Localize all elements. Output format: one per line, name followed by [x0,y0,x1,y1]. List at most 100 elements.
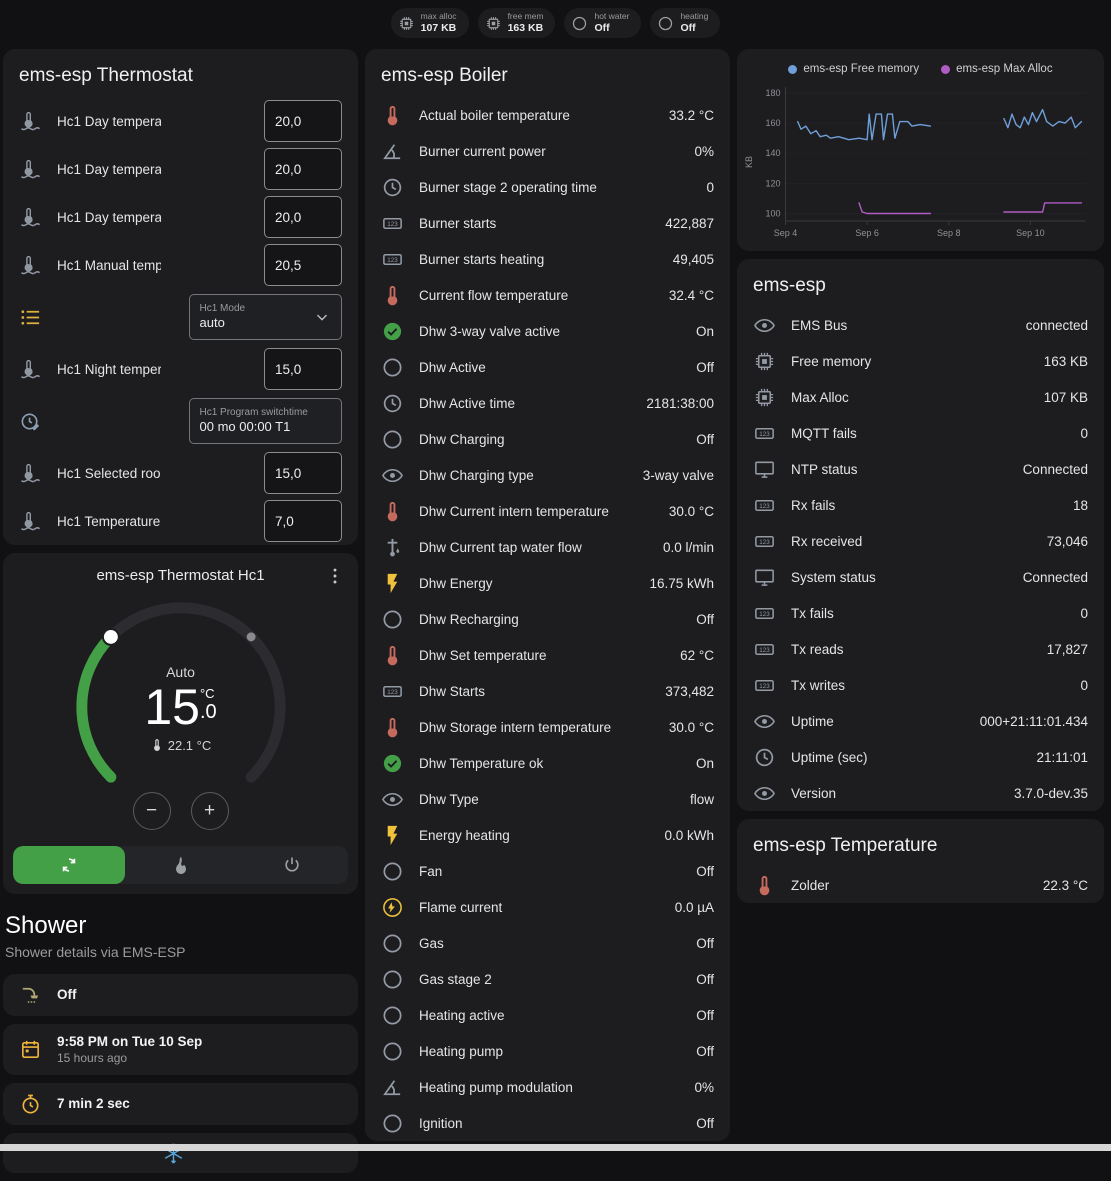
shower-card[interactable]: 9:58 PM on Tue 10 Sep 15 hours ago [3,1024,358,1075]
circle-outline-icon [657,15,674,32]
entity-row[interactable]: Burner stage 2 operating time 0 [365,169,730,205]
entity-row[interactable]: Max Alloc 107 KB [737,379,1104,415]
entity-row[interactable]: Dhw Starts 373,482 [365,673,730,709]
mode-heat-button[interactable] [125,846,237,884]
thermostat-settings-card: ems-esp Thermostat Hc1 Day temperature T… [3,49,358,545]
entity-row[interactable]: Gas stage 2 Off [365,961,730,997]
entity-row[interactable]: Ignition Off [365,1105,730,1141]
entity-row[interactable]: Dhw Set temperature 62 °C [365,637,730,673]
entity-row[interactable]: Tx writes 0 [737,667,1104,703]
entity-row[interactable]: Tx reads 17,827 [737,631,1104,667]
entity-row[interactable]: Heating pump modulation 0% [365,1069,730,1105]
entity-value: Off [696,1008,714,1023]
thermometer-icon [381,284,404,307]
shower-card[interactable]: Off [3,974,358,1016]
number-input[interactable]: 15,0 [264,348,342,390]
entity-row[interactable]: Version 3.7.0-dev.35 [737,775,1104,811]
entity-row[interactable]: Dhw Current intern temperature 30.0 °C [365,493,730,529]
entity-row[interactable]: Dhw Active Off [365,349,730,385]
entity-row[interactable]: Actual boiler temperature 33.2 °C [365,97,730,133]
number-input[interactable]: 20,0 [264,100,342,142]
thermostat-row[interactable]: Hc1 Manual temperature 20,5 Hc1 Manual t… [3,241,358,289]
shower-card[interactable] [3,1133,358,1173]
legend-dot-free-memory [788,65,797,74]
entity-row[interactable]: Heating active Off [365,997,730,1033]
svg-text:Sep 4: Sep 4 [774,228,798,238]
thermostat-row[interactable]: Hc1 Temperature when mod... 7,0 Hc1 Temp… [3,497,358,545]
entity-row[interactable]: System status Connected [737,559,1104,595]
status-badge[interactable]: max alloc 107 KB [391,8,469,38]
select-box[interactable]: Hc1 Mode auto [189,294,343,340]
entity-label: Burner starts heating [419,252,665,267]
entity-row[interactable]: Fan Off [365,853,730,889]
entity-row[interactable]: Dhw Storage intern temperature 30.0 °C [365,709,730,745]
number-input[interactable]: 20,5 [264,244,342,286]
entity-row[interactable]: Dhw Current tap water flow 0.0 l/min [365,529,730,565]
thermostat-row[interactable]: Hc1 Selected room temperat... 15,0 Hc1 S… [3,449,358,497]
number-input[interactable]: 15,0 [264,452,342,494]
number-input[interactable]: 20,0 [264,148,342,190]
entity-row[interactable]: Free memory 163 KB [737,343,1104,379]
svg-text:Sep 8: Sep 8 [937,228,961,238]
entity-row[interactable]: Current flow temperature 32.4 °C [365,277,730,313]
thermostat-row[interactable]: Hc1 Program switchtime 00 mo 00:00 T1 Hc… [3,393,358,449]
entity-value: 30.0 °C [669,720,714,735]
entity-row[interactable]: Dhw Temperature ok On [365,745,730,781]
entity-row[interactable]: Dhw Type flow [365,781,730,817]
entity-value: Off [696,936,714,951]
shower-card-secondary: 15 hours ago [57,1051,202,1067]
number-input[interactable]: 20,0 [264,196,342,238]
entity-row[interactable]: Rx fails 18 [737,487,1104,523]
entity-row[interactable]: Dhw Charging Off [365,421,730,457]
entity-row[interactable]: Heating pump Off [365,1033,730,1069]
number-input[interactable]: 7,0 [264,500,342,542]
thermostat-row[interactable]: Hc1 Night temperature T1 15,0 Hc1 Night … [3,345,358,393]
temp-increase-button[interactable]: + [191,792,229,830]
eye-icon [753,782,776,805]
entity-row[interactable]: Burner current power 0% [365,133,730,169]
legend-item-free-memory: ems-esp Free memory [788,63,919,75]
thermostat-row[interactable]: Hc1 Mode auto Hc1 Mode auto [3,289,358,345]
entity-row[interactable]: Rx received 73,046 [737,523,1104,559]
entity-row[interactable]: MQTT fails 0 [737,415,1104,451]
entity-row[interactable]: EMS Bus connected [737,307,1104,343]
entity-row[interactable]: Burner starts 422,887 [365,205,730,241]
entity-row[interactable]: NTP status Connected [737,451,1104,487]
badge-texts: free mem 163 KB [508,12,544,34]
entity-row[interactable]: Gas Off [365,925,730,961]
legend-item-max-alloc: ems-esp Max Alloc [941,63,1053,75]
row-label: Hc1 Temperature when mod... [57,514,161,529]
thermostat-row[interactable]: Hc1 Day temperature T3 20,0 Hc1 Day temp… [3,145,358,193]
status-badge[interactable]: heating Off [650,8,720,38]
mode-off-button[interactable] [236,846,348,884]
bottom-scrollbar[interactable] [0,1144,1111,1151]
entity-row[interactable]: Dhw Energy 16.75 kWh [365,565,730,601]
temp-decrease-button[interactable]: − [133,792,171,830]
list-icon [19,306,42,329]
entity-row[interactable]: Dhw Charging type 3-way valve [365,457,730,493]
shower-card[interactable]: 7 min 2 sec [3,1083,358,1125]
entity-value: On [696,324,714,339]
entity-row[interactable]: Flame current 0.0 µA [365,889,730,925]
entity-row[interactable]: Dhw 3-way valve active On [365,313,730,349]
select-box[interactable]: Hc1 Program switchtime 00 mo 00:00 T1 [189,398,343,444]
thermostat-dial[interactable]: Auto 15 °C .0 22.1 °C [62,588,300,826]
entity-row[interactable]: Tx fails 0 [737,595,1104,631]
status-badge[interactable]: free mem 163 KB [478,8,556,38]
mode-auto-button[interactable] [13,846,125,884]
counter-icon [753,422,776,445]
status-badge[interactable]: hot water Off [564,8,641,38]
entity-row[interactable]: Dhw Recharging Off [365,601,730,637]
entity-row[interactable]: Energy heating 0.0 kWh [365,817,730,853]
entity-row[interactable]: Burner starts heating 49,405 [365,241,730,277]
dots-vertical-icon[interactable] [324,565,346,587]
entity-row[interactable]: Dhw Active time 2181:38:00 [365,385,730,421]
entity-label: Burner current power [419,144,686,159]
entity-row[interactable]: Uptime 000+21:11:01.434 [737,703,1104,739]
thermometer-icon [753,874,776,897]
entity-row[interactable]: Zolder 22.3 °C [737,867,1104,903]
clock-edit-icon [19,410,42,433]
entity-row[interactable]: Uptime (sec) 21:11:01 [737,739,1104,775]
thermostat-row[interactable]: Hc1 Day temperature T4 20,0 Hc1 Day temp… [3,193,358,241]
thermostat-row[interactable]: Hc1 Day temperature T2 20,0 Hc1 Day temp… [3,97,358,145]
